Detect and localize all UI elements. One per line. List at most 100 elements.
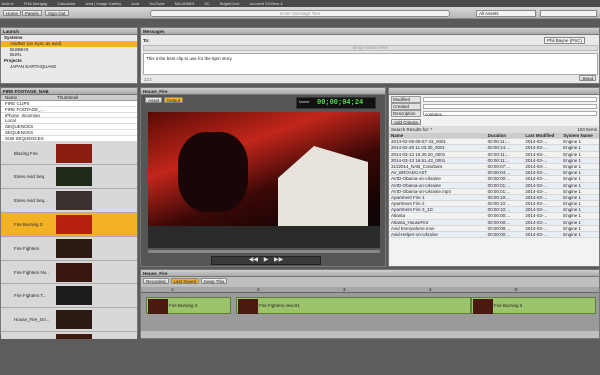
browser-tab[interactable]: MA ADMIN (173, 1, 195, 6)
signout-button[interactable]: Sign Out (45, 10, 69, 16)
clip-label: Fire Burning 3 (494, 303, 523, 308)
monitor-tabs: Asset Output (145, 97, 184, 103)
timeline-clip[interactable]: Fire Burning 3 (146, 297, 231, 314)
bin-col-name[interactable]: Name (5, 95, 17, 100)
browser-tab[interactable]: BrightCove (218, 1, 240, 6)
message-search-input[interactable]: Enter Message Text (150, 10, 450, 17)
monitor-panel: House_Fire Asset Output Master 00;00;04;… (140, 87, 386, 267)
search-field-description[interactable]: Description (391, 109, 421, 117)
step-forward-icon[interactable]: ▶▶ (274, 257, 283, 263)
clip-label: Fire Fighters.new.01 (259, 303, 300, 308)
ruler-tick-label: 1 (171, 287, 174, 292)
search-field-modified[interactable]: Modified (391, 95, 421, 103)
results-col-header[interactable]: System Name (561, 133, 599, 138)
browser-tab[interactable]: FHA Mortgag (22, 1, 48, 6)
results-cell: Apartment Fire 1 (391, 194, 425, 200)
results-cell: Engine 1 (563, 207, 581, 213)
results-cell: Engine 1 (563, 201, 581, 207)
launch-panel: Launch Systems AvidNG (on Sync as avid) BU… (0, 27, 138, 84)
asset-scope-select[interactable]: All Assets (476, 10, 536, 17)
ruler-tick-label: 2 (257, 287, 260, 292)
bin-clip-row[interactable]: Fire Fighters T... (1, 284, 137, 309)
messages-header: Messages (141, 28, 599, 35)
results-cell: Engine 1 (563, 232, 581, 237)
timeline-panel: House_Fire Recorded Last Saved Keep This 1… (140, 269, 600, 339)
ground (148, 226, 380, 248)
drop-assets-area[interactable]: Drop Assets Here (143, 45, 598, 51)
results-cell: AVID-Obama-on-Ukraine.mp4 (391, 188, 451, 194)
results-col-header[interactable]: Last Modified (523, 133, 561, 138)
results-cell: 2014-02-06-08-57-33_0001 (391, 139, 447, 145)
char-count: 223 (144, 77, 152, 82)
results-cell: 00:00:10:... (487, 194, 511, 200)
tab-asset[interactable]: Asset (145, 97, 163, 103)
results-cell: AV_BROADCAST (391, 170, 428, 176)
search-criteria: Modified Created Description contains (389, 95, 599, 118)
browser-tab[interactable]: SC (202, 1, 210, 6)
clip-thumbnail (148, 299, 168, 314)
results-cell: Apartment Fire 2 (391, 201, 425, 207)
search-field-value[interactable] (423, 96, 597, 102)
bin-col-thumbnail[interactable]: Thumbnail (57, 95, 78, 100)
browser-tab[interactable]: YouTube (147, 1, 165, 6)
step-back-icon[interactable]: ◀◀ (249, 257, 258, 263)
results-cell: 2014-03-... (525, 145, 548, 151)
timeline-clip[interactable]: Fire Burning 3 (471, 297, 596, 314)
bin-clip-row[interactable]: Estes Avid Seq... (1, 189, 137, 213)
results-cell: 2014-03-... (525, 207, 548, 213)
timeline-header: House_Fire (141, 270, 599, 277)
desktop-background (0, 339, 600, 375)
ruler-tick-label: 5 (515, 287, 518, 292)
clip-label: Fire Burning 3 (169, 303, 198, 308)
search-field-value[interactable]: contains (423, 110, 597, 117)
timeline-last-saved-button[interactable]: Last Saved (170, 278, 200, 284)
tab-output[interactable]: Output (163, 97, 184, 103)
timeline-clip[interactable]: Fire Fighters.new.01 (236, 297, 471, 314)
bin-clip-row[interactable]: House_Fire_Gri... (1, 308, 137, 332)
message-body[interactable]: This it the best clip to use for the 6pm… (143, 53, 598, 75)
results-col-header[interactable]: Duration (486, 133, 524, 138)
search-field-value[interactable] (423, 103, 597, 109)
results-cell: 00:00:04:... (487, 170, 511, 176)
results-cell: 3132014_NAB_Colorbars (391, 163, 443, 169)
browser-tab[interactable]: Avocent DSView 4 (248, 1, 283, 6)
browser-tab[interactable]: Avid (129, 1, 139, 6)
bin-clip-row[interactable]: Estes Avid Seq (1, 165, 137, 190)
bin-clip-row[interactable]: Fire Burning 3 (1, 212, 137, 237)
browser-tab[interactable]: Calculator (55, 1, 75, 6)
play-icon[interactable]: ▶ (264, 257, 269, 263)
results-cell: 00:00:01:... (487, 188, 511, 194)
add-criteria-button[interactable]: Add Criteria (391, 119, 421, 125)
bin-clip-row[interactable]: Fire Fighters No... (1, 260, 137, 285)
timecode: 00;00;04;24 (317, 99, 364, 107)
send-button[interactable]: Send (579, 75, 596, 81)
browser-tab[interactable]: Avid | Image Gallery (83, 1, 121, 6)
timeline-keep-this-button[interactable]: Keep This (201, 278, 228, 284)
clip-thumbnail (473, 299, 493, 314)
search-panel: Modified Created Description contains Add C… (388, 87, 600, 267)
results-cell: 2014-03-... (525, 139, 548, 145)
bin-clip-row[interactable]: Blazing Fire (1, 141, 137, 166)
results-summary: Search Results for: * 103 Items (389, 126, 599, 133)
browser-tab[interactable]: bula tv (0, 1, 14, 6)
launch-item[interactable]: JAPAN EARTHQUAKE (1, 64, 137, 70)
results-row[interactable]: Avid-Helper-on-Ukraine 00:00:00:... 2014-0… (389, 232, 599, 239)
bin-folder-list: FIRE CLIPS FIRE FOOTAGE_... iPhone_Incomin… (1, 101, 137, 142)
bin-clip-row[interactable]: Fire Fighters (1, 236, 137, 261)
results-cell: 2014-03-... (525, 225, 548, 231)
home-button[interactable]: Home (3, 10, 22, 16)
results-cell: 00:00:07:... (487, 163, 511, 169)
results-cell: 00:00:00:... (487, 219, 511, 225)
scrub-bar[interactable] (148, 250, 380, 253)
timeline-recorded-button[interactable]: Recorded (143, 278, 169, 284)
panels-button[interactable]: Panels (22, 10, 42, 16)
results-col-header[interactable]: Name (389, 133, 486, 138)
results-cell: Engine 1 (563, 170, 581, 176)
timeline-toolbar: Recorded Last Saved Keep This (141, 277, 599, 287)
from-select[interactable]: Phil Bayne (PSC) (543, 37, 585, 44)
bin-clip-name: Fire Fighters T... (14, 293, 47, 299)
search-field-created[interactable]: Created (391, 102, 421, 110)
results-cell: 2014-03-13 16.30.20_0001 (391, 151, 446, 157)
asset-search-input[interactable] (540, 10, 597, 17)
results-cell: 2014-03-... (525, 157, 548, 163)
